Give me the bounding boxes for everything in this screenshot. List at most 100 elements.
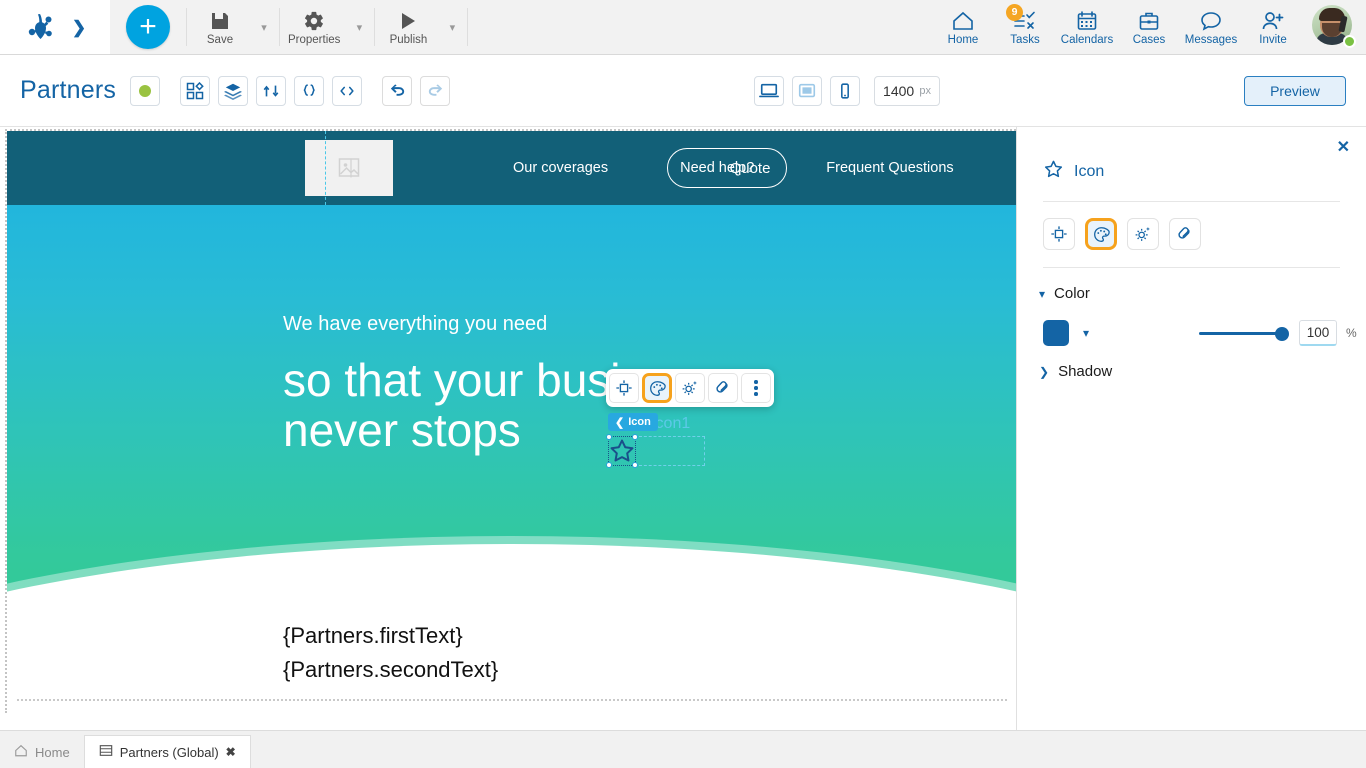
close-icon[interactable]: ✕ [1337, 137, 1350, 157]
float-move-button[interactable] [609, 373, 639, 403]
site-nav-cta-button[interactable]: Quote [667, 148, 787, 188]
nav-messages[interactable]: Messages [1180, 0, 1242, 55]
bbva-logo-icon[interactable] [24, 10, 58, 44]
top-toolbar: ❯ + Save ▾ Properties ▾ Publish ▾ Home 9… [0, 0, 1366, 55]
properties-dropdown-caret[interactable]: ▾ [346, 0, 372, 55]
nav-calendars-label: Calendars [1060, 33, 1114, 46]
status-dot-icon [139, 84, 152, 97]
chevron-right-icon: ❯ [1039, 364, 1050, 379]
save-button[interactable]: Save [189, 0, 251, 55]
status-badge[interactable] [130, 75, 161, 106]
slider-knob[interactable] [1275, 327, 1290, 341]
bottom-tab-home-label: Home [35, 744, 70, 760]
preview-button[interactable]: Preview [1244, 75, 1346, 106]
page-icon [99, 744, 113, 760]
device-desktop-button[interactable] [754, 75, 785, 106]
nav-home[interactable]: Home [932, 0, 994, 55]
nav-cases[interactable]: Cases [1118, 0, 1180, 55]
properties-panel-header: Icon [1017, 127, 1366, 184]
opacity-slider[interactable] [1199, 325, 1290, 341]
publish-button[interactable]: Publish [377, 0, 439, 55]
user-add-icon [1261, 9, 1285, 33]
page-title: Partners [20, 76, 117, 104]
nav-calendars[interactable]: Calendars [1056, 0, 1118, 55]
selection-breadcrumb-tag[interactable]: ❮ Icon [608, 413, 658, 431]
nav-messages-label: Messages [1184, 33, 1238, 46]
chat-icon [1199, 9, 1223, 33]
float-effects-button[interactable] [675, 373, 705, 403]
image-placeholder-icon[interactable] [305, 140, 393, 196]
properties-button[interactable]: Properties [282, 0, 346, 55]
tab-style[interactable] [1085, 218, 1117, 250]
selection-row-outline [639, 436, 705, 466]
opacity-control: 100 % [1199, 320, 1357, 346]
float-more-button[interactable] [741, 373, 771, 403]
components-button[interactable] [180, 75, 211, 106]
add-button[interactable]: + [126, 5, 170, 49]
site-nav-link-coverages[interactable]: Our coverages [513, 160, 608, 176]
nav-tasks[interactable]: 9 Tasks [994, 0, 1056, 55]
device-tablet-button[interactable] [792, 75, 823, 106]
float-link-button[interactable] [708, 373, 738, 403]
resize-handle-br[interactable] [632, 462, 638, 468]
color-swatch[interactable] [1043, 320, 1069, 346]
undo-button[interactable] [382, 75, 413, 106]
save-dropdown-caret[interactable]: ▾ [251, 0, 277, 55]
flows-button[interactable] [256, 75, 287, 106]
opacity-unit: % [1346, 326, 1357, 340]
site-hero: We have everything you need so that your… [7, 205, 1016, 644]
gear-icon [303, 8, 325, 32]
nav-invite[interactable]: Invite [1242, 0, 1304, 55]
close-tab-icon[interactable]: ✖ [226, 745, 236, 759]
save-group: Save ▾ [189, 0, 277, 55]
site-header: Our coverages Need help? Frequent Questi… [7, 131, 1016, 205]
home-outline-icon [14, 744, 28, 760]
resize-handle-bl[interactable] [606, 462, 612, 468]
save-label: Save [206, 34, 234, 46]
slider-track [1199, 332, 1288, 335]
token-first-text: {Partners.firstText} [283, 623, 463, 648]
tasks-badge: 9 [1006, 3, 1023, 21]
resize-handle-tl[interactable] [606, 434, 612, 440]
properties-group: Properties ▾ [282, 0, 372, 55]
tab-link[interactable] [1169, 218, 1201, 250]
tab-layout[interactable] [1043, 218, 1075, 250]
divider [467, 8, 469, 46]
publish-dropdown-caret[interactable]: ▾ [439, 0, 465, 55]
play-icon [397, 8, 419, 32]
color-section-header[interactable]: ▾ Color [1017, 268, 1366, 302]
bottom-tab-partners[interactable]: Partners (Global) ✖ [83, 735, 251, 768]
device-selector [754, 75, 861, 106]
resize-handle-tr[interactable] [632, 434, 638, 440]
properties-panel-title: Icon [1074, 162, 1105, 180]
shadow-section-header[interactable]: ❯ Shadow [1017, 346, 1366, 380]
properties-label: Properties [288, 34, 341, 46]
braces-button[interactable] [294, 75, 325, 106]
more-vertical-icon [754, 380, 758, 396]
layers-button[interactable] [218, 75, 249, 106]
device-mobile-button[interactable] [830, 75, 861, 106]
float-palette-button[interactable] [642, 373, 672, 403]
site-nav-link-faq[interactable]: Frequent Questions [826, 160, 953, 176]
avatar[interactable] [1312, 5, 1356, 49]
redo-button[interactable] [420, 75, 451, 106]
top-right-nav: Home 9 Tasks Calendars Cases Messages In… [932, 0, 1366, 55]
canvas-width-input[interactable]: 1400 px [874, 75, 941, 106]
color-controls-row: ▾ 100 % [1017, 302, 1366, 346]
chevron-right-icon[interactable]: ❯ [72, 19, 86, 36]
opacity-input[interactable]: 100 [1299, 320, 1338, 346]
bottom-tab-home[interactable]: Home [0, 736, 84, 768]
save-icon [209, 8, 231, 32]
color-section-label: Color [1054, 285, 1090, 302]
code-button[interactable] [332, 75, 363, 106]
chevron-down-icon[interactable]: ▾ [1083, 326, 1089, 340]
logo-zone: ❯ [0, 0, 110, 54]
nav-cases-label: Cases [1132, 33, 1166, 46]
properties-tabs [1017, 202, 1366, 250]
bottom-tab-bar: Home Partners (Global) ✖ [0, 730, 1366, 768]
selection-handles[interactable] [606, 434, 638, 468]
site-body: {Partners.firstText} {Partners.secondTex… [7, 623, 1016, 713]
tab-effects[interactable] [1127, 218, 1159, 250]
app-root: ❯ + Save ▾ Properties ▾ Publish ▾ Home 9… [0, 0, 1366, 768]
canvas-area: Our coverages Need help? Frequent Questi… [0, 127, 1016, 713]
